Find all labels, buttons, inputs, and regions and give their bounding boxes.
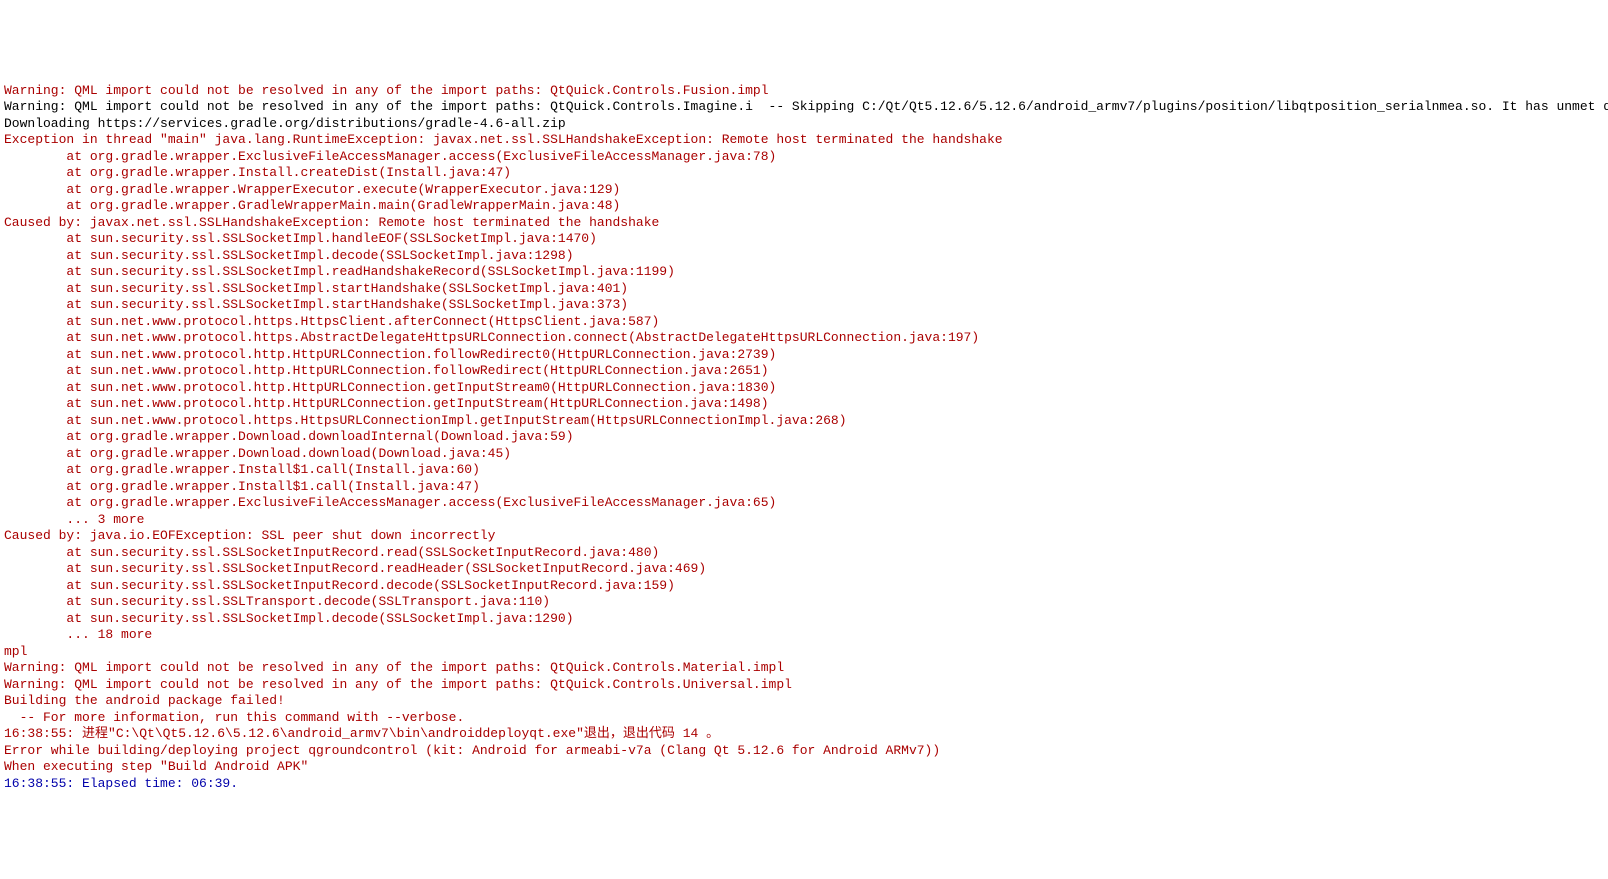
log-line: Warning: QML import could not be resolve… [4, 99, 1604, 116]
log-line: ... 18 more [4, 627, 1604, 644]
log-line: Error while building/deploying project q… [4, 743, 1604, 760]
log-line: 16:38:55: Elapsed time: 06:39. [4, 776, 1604, 793]
log-line: -- For more information, run this comman… [4, 710, 1604, 727]
log-line: at sun.security.ssl.SSLSocketInputRecord… [4, 561, 1604, 578]
log-line: at org.gradle.wrapper.ExclusiveFileAcces… [4, 495, 1604, 512]
log-line: at sun.security.ssl.SSLSocketImpl.handle… [4, 231, 1604, 248]
log-line: at sun.security.ssl.SSLSocketImpl.startH… [4, 281, 1604, 298]
log-line: at sun.security.ssl.SSLSocketImpl.readHa… [4, 264, 1604, 281]
log-line: Caused by: javax.net.ssl.SSLHandshakeExc… [4, 215, 1604, 232]
log-line: When executing step "Build Android APK" [4, 759, 1604, 776]
log-line: at sun.net.www.protocol.https.AbstractDe… [4, 330, 1604, 347]
log-line: at sun.net.www.protocol.http.HttpURLConn… [4, 347, 1604, 364]
log-line: at org.gradle.wrapper.WrapperExecutor.ex… [4, 182, 1604, 199]
log-line: at sun.security.ssl.SSLSocketInputRecord… [4, 578, 1604, 595]
compile-output-panel[interactable]: Warning: QML import could not be resolve… [0, 83, 1608, 797]
log-line: Building the android package failed! [4, 693, 1604, 710]
log-line: at sun.net.www.protocol.http.HttpURLConn… [4, 396, 1604, 413]
log-line: Caused by: java.io.EOFException: SSL pee… [4, 528, 1604, 545]
log-line: at org.gradle.wrapper.ExclusiveFileAcces… [4, 149, 1604, 166]
log-line: at org.gradle.wrapper.Download.downloadI… [4, 429, 1604, 446]
log-line: ... 3 more [4, 512, 1604, 529]
log-line: at sun.security.ssl.SSLSocketImpl.decode… [4, 611, 1604, 628]
log-line: Warning: QML import could not be resolve… [4, 677, 1604, 694]
log-line: at sun.security.ssl.SSLTransport.decode(… [4, 594, 1604, 611]
log-line: at org.gradle.wrapper.Download.download(… [4, 446, 1604, 463]
log-line: mpl [4, 644, 1604, 661]
log-line: at sun.net.www.protocol.https.HttpsClien… [4, 314, 1604, 331]
log-line: at sun.security.ssl.SSLSocketImpl.decode… [4, 248, 1604, 265]
log-line: at sun.net.www.protocol.https.HttpsURLCo… [4, 413, 1604, 430]
log-line: at org.gradle.wrapper.GradleWrapperMain.… [4, 198, 1604, 215]
log-line: at org.gradle.wrapper.Install$1.call(Ins… [4, 479, 1604, 496]
log-line: at org.gradle.wrapper.Install$1.call(Ins… [4, 462, 1604, 479]
log-line: at sun.net.www.protocol.http.HttpURLConn… [4, 380, 1604, 397]
log-line: at sun.security.ssl.SSLSocketInputRecord… [4, 545, 1604, 562]
log-line: Exception in thread "main" java.lang.Run… [4, 132, 1604, 149]
log-line: at sun.net.www.protocol.http.HttpURLConn… [4, 363, 1604, 380]
log-line: Warning: QML import could not be resolve… [4, 83, 1604, 100]
log-line: Warning: QML import could not be resolve… [4, 660, 1604, 677]
log-line: at sun.security.ssl.SSLSocketImpl.startH… [4, 297, 1604, 314]
log-line: Downloading https://services.gradle.org/… [4, 116, 1604, 133]
log-line: 16:38:55: 进程"C:\Qt\Qt5.12.6\5.12.6\andro… [4, 726, 1604, 743]
log-line: at org.gradle.wrapper.Install.createDist… [4, 165, 1604, 182]
